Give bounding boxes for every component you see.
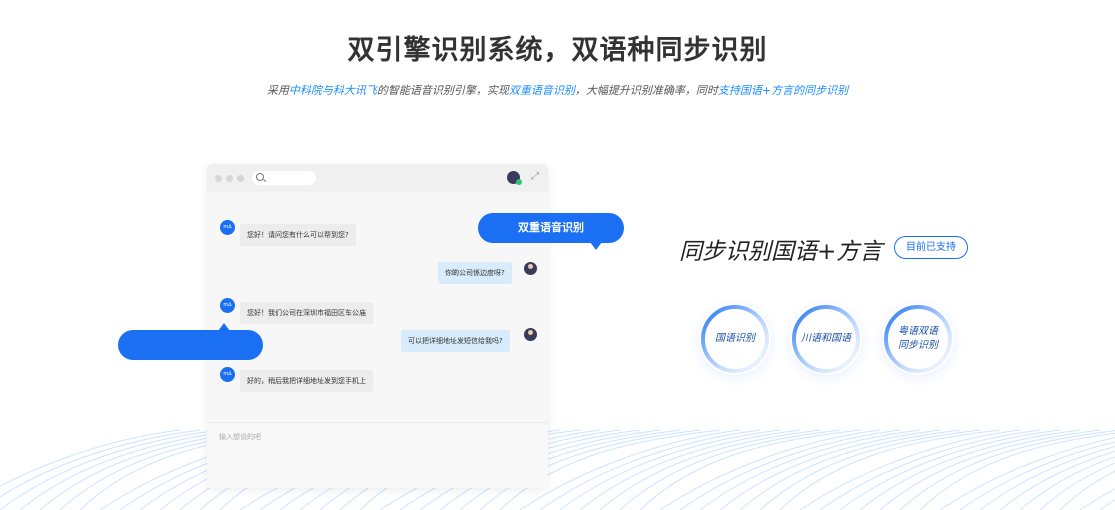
wave-line (879, 429, 1101, 510)
feature-ring-cantonese: 粤语双语 同步识别 (882, 303, 954, 375)
callout-bubble-empty (118, 323, 263, 360)
ring-label-text: 粤语双语 同步识别 (898, 325, 938, 353)
ring-label: 国语识别 (699, 303, 771, 375)
wave-line (919, 432, 1115, 510)
chat-input-field[interactable]: 输入想说的吧 (207, 422, 548, 488)
expand-icon[interactable]: ⤢ (531, 172, 539, 182)
chat-input-placeholder: 输入想说的吧 (219, 433, 261, 441)
window-dot-maximize[interactable] (237, 174, 244, 182)
page: 双引擎识别系统，双语种同步识别 采用中科院与科大讯飞的智能语音识别引擎，实现双重… (0, 0, 1115, 510)
chat-window-titlebar: ⤢ (207, 164, 548, 192)
ring-label-line2: 同步识别 (898, 340, 938, 351)
search-icon (256, 173, 264, 181)
subtitle-text-3: ，大幅提升识别准确率，同时 (574, 84, 718, 97)
callout-dual-recognition: 双重语音识别 (478, 213, 624, 250)
window-dot-minimize[interactable] (226, 174, 233, 182)
chat-message: 可以把详细地址发短信给我吗? (401, 330, 510, 352)
subtitle-highlight-dialect: 支持国语+方言的同步识别 (717, 84, 849, 97)
bot-avatar: m∆ (220, 220, 235, 235)
subtitle-text-1: 采用 (266, 84, 289, 97)
chat-message: 您好！我们公司在深圳市福田区车公庙 (240, 302, 373, 324)
chat-message: 你啲公司係边度呀? (438, 262, 512, 284)
wave-line (959, 441, 1115, 510)
ring-label: 粤语双语 同步识别 (882, 303, 954, 375)
user-avatar (524, 328, 537, 341)
bot-avatar: m∆ (220, 298, 235, 313)
ring-label: 川语和国语 (790, 303, 862, 375)
wave-line (1039, 462, 1115, 510)
ring-label-text: 川语和国语 (801, 333, 851, 344)
user-avatar-online[interactable] (507, 171, 522, 185)
wave-line (739, 429, 961, 510)
wave-line (1059, 470, 1115, 510)
supported-badge[interactable]: 目前已支持 (894, 236, 968, 259)
feature-headline: 同步识别国语+方言 (679, 239, 883, 265)
subtitle-highlight-dual: 双重语音识别 (508, 84, 575, 97)
user-avatar (524, 262, 537, 275)
subtitle-highlight-engines: 中科院与科大讯飞 (288, 84, 377, 97)
page-title: 双引擎识别系统，双语种同步识别 (347, 35, 768, 66)
feature-ring-sichuan: 川语和国语 (790, 303, 862, 375)
chat-search-input[interactable] (252, 171, 316, 185)
ring-label-text: 国语识别 (715, 333, 755, 344)
chat-message: 您好！请问您有什么可以帮到您? (240, 224, 356, 246)
bot-avatar: m∆ (220, 367, 235, 382)
chat-message: 好的，稍后我把详细地址发到您手机上 (240, 370, 373, 392)
wave-line (599, 429, 821, 510)
ring-label-line1: 粤语双语 (898, 326, 938, 337)
subtitle-text-2: 的智能语音识别引擎，实现 (376, 84, 509, 97)
feature-ring-mandarin: 国语识别 (699, 303, 771, 375)
window-dot-close[interactable] (215, 174, 222, 182)
page-subtitle: 采用中科院与科大讯飞的智能语音识别引擎，实现双重语音识别，大幅提升识别准确率，同… (0, 82, 1115, 98)
